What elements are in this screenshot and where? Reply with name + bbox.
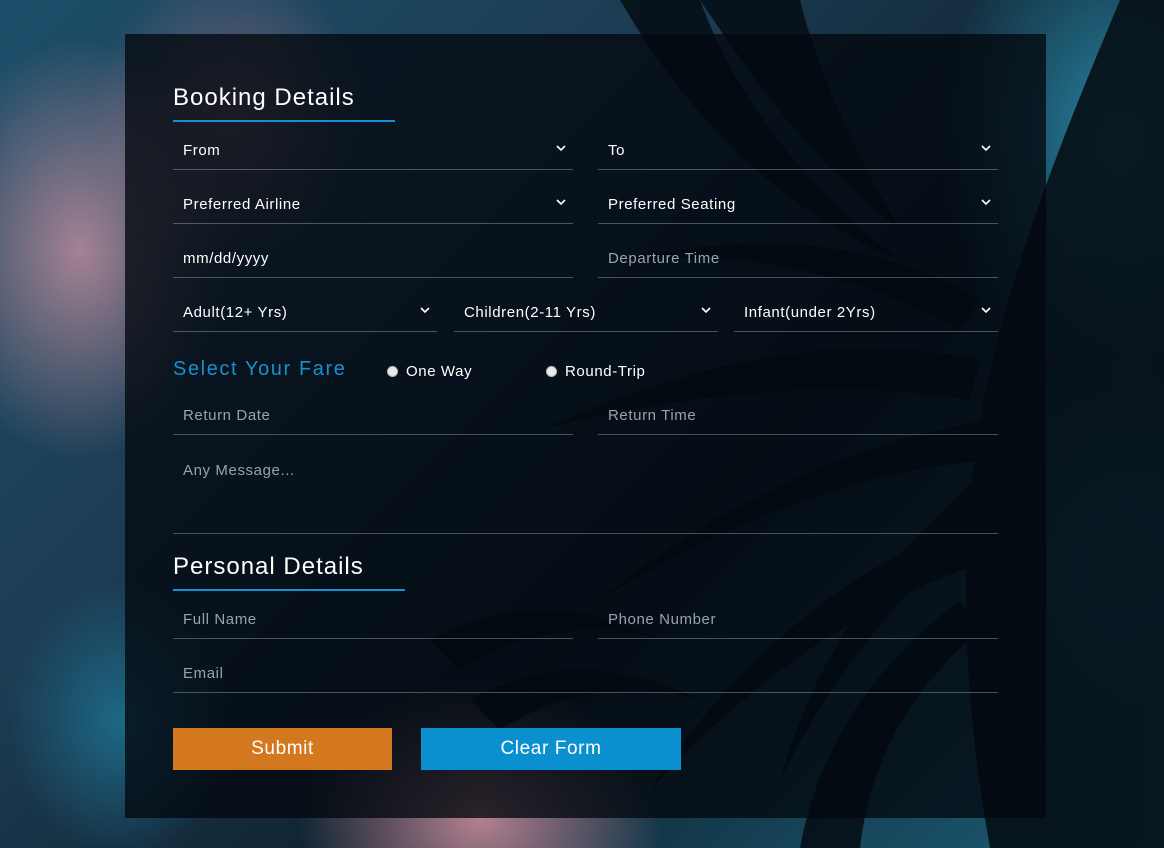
select-fare-heading: Select Your Fare	[173, 358, 347, 380]
radio-unchecked-icon[interactable]	[387, 366, 398, 377]
return-time-placeholder: Return Time	[608, 407, 697, 424]
chevron-down-icon	[701, 307, 711, 314]
email-input[interactable]: Email	[173, 653, 998, 693]
personal-details-title: Personal Details	[173, 553, 364, 580]
booking-details-title: Booking Details	[173, 84, 355, 111]
to-select[interactable]: To	[598, 130, 998, 170]
children-count-label: Children(2-11 Yrs)	[464, 304, 596, 321]
preferred-airline-label: Preferred Airline	[183, 196, 301, 213]
chevron-down-icon	[420, 307, 430, 314]
preferred-seating-select[interactable]: Preferred Seating	[598, 184, 998, 224]
return-date-placeholder: Return Date	[183, 407, 271, 424]
phone-number-placeholder: Phone Number	[608, 611, 717, 628]
personal-title-underline	[173, 589, 405, 591]
full-name-placeholder: Full Name	[183, 611, 257, 628]
chevron-down-icon	[556, 145, 566, 152]
infant-count-label: Infant(under 2Yrs)	[744, 304, 876, 321]
one-way-label: One Way	[406, 363, 473, 380]
preferred-seating-label: Preferred Seating	[608, 196, 736, 213]
children-count-select[interactable]: Children(2-11 Yrs)	[454, 292, 718, 332]
departure-date-value: mm/dd/yyyy	[183, 250, 270, 267]
chevron-down-icon	[981, 199, 991, 206]
departure-time-placeholder: Departure Time	[608, 250, 720, 267]
adult-count-select[interactable]: Adult(12+ Yrs)	[173, 292, 437, 332]
chevron-down-icon	[981, 307, 991, 314]
message-textarea[interactable]: Any Message...	[173, 452, 998, 534]
chevron-down-icon	[556, 199, 566, 206]
from-label: From	[183, 142, 221, 159]
preferred-airline-select[interactable]: Preferred Airline	[173, 184, 573, 224]
departure-time-input[interactable]: Departure Time	[598, 238, 998, 278]
full-name-input[interactable]: Full Name	[173, 599, 573, 639]
chevron-down-icon	[981, 145, 991, 152]
adult-count-label: Adult(12+ Yrs)	[183, 304, 288, 321]
one-way-radio[interactable]: One Way	[387, 363, 472, 380]
round-trip-radio[interactable]: Round-Trip	[546, 363, 645, 380]
phone-number-input[interactable]: Phone Number	[598, 599, 998, 639]
radio-unchecked-icon[interactable]	[546, 366, 557, 377]
message-placeholder: Any Message...	[183, 462, 295, 479]
round-trip-label: Round-Trip	[565, 363, 646, 380]
submit-button[interactable]: Submit	[173, 728, 392, 770]
email-placeholder: Email	[183, 665, 224, 682]
from-select[interactable]: From	[173, 130, 573, 170]
return-date-input[interactable]: Return Date	[173, 395, 573, 435]
booking-title-underline	[173, 120, 395, 122]
departure-date-input[interactable]: mm/dd/yyyy	[173, 238, 573, 278]
return-time-input[interactable]: Return Time	[598, 395, 998, 435]
clear-form-button[interactable]: Clear Form	[421, 728, 681, 770]
infant-count-select[interactable]: Infant(under 2Yrs)	[734, 292, 998, 332]
to-label: To	[608, 142, 626, 159]
